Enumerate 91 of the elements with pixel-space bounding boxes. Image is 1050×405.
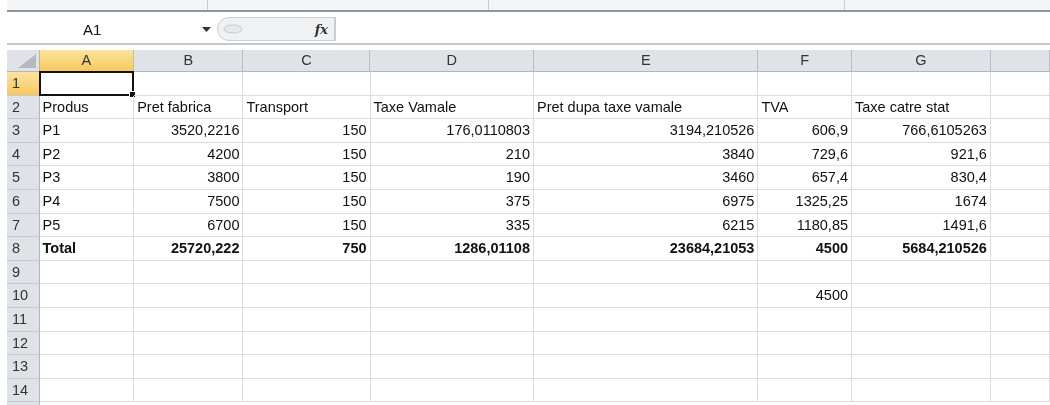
- row-header[interactable]: 12: [7, 331, 40, 356]
- table-cell: 335: [370, 213, 534, 238]
- table-cell: P2: [39, 142, 135, 167]
- table-cell: [990, 355, 1050, 379]
- row-header[interactable]: 5: [7, 166, 40, 190]
- table-cell: 4500: [758, 237, 852, 261]
- column-header[interactable]: B: [134, 50, 244, 72]
- row-header[interactable]: 11: [7, 307, 40, 332]
- table-cell: [990, 284, 1050, 308]
- table-cell: Taxe Vamale: [370, 95, 534, 120]
- table-cell: [990, 95, 1050, 120]
- row-header[interactable]: 10: [7, 284, 40, 308]
- table-cell: 750: [243, 237, 371, 261]
- table-cell: 150: [243, 189, 371, 214]
- table-cell: 4200: [134, 142, 244, 167]
- table-cell: 1180,85: [758, 213, 852, 238]
- table-cell: [990, 72, 1050, 96]
- table-cell: 3520,2216: [134, 119, 244, 143]
- table-cell: Pret dupa taxe vamale: [533, 95, 759, 120]
- table-cell: 23684,21053: [533, 237, 759, 261]
- table-cell: 1286,01108: [370, 237, 534, 261]
- table-cell: 606,9: [758, 119, 852, 143]
- table-cell: Pret fabrica: [134, 95, 244, 120]
- table-cell: 150: [243, 166, 371, 190]
- table-cell: 176,0110803: [370, 119, 534, 143]
- insert-function-button[interactable]: fx: [314, 21, 328, 37]
- row-header[interactable]: 4: [7, 142, 40, 167]
- column-header[interactable]: A: [39, 50, 135, 72]
- table-cell: 766,6105263: [852, 119, 991, 143]
- row-header[interactable]: 6: [7, 189, 40, 214]
- table-cell: P1: [39, 119, 135, 143]
- table-cell: [990, 378, 1050, 403]
- table-cell: 657,4: [758, 166, 852, 190]
- table-cell: 3840: [533, 142, 759, 167]
- table-cell: 1491,6: [852, 213, 991, 238]
- table-cell: [990, 307, 1050, 332]
- row-header[interactable]: 8: [7, 237, 40, 261]
- row-header[interactable]: 3: [7, 119, 40, 143]
- table-cell: 1325,25: [758, 189, 852, 214]
- table-cell: 921,6: [852, 142, 991, 167]
- column-header[interactable]: [990, 50, 1050, 72]
- table-cell: [990, 166, 1050, 190]
- table-cell: [990, 142, 1050, 167]
- name-box[interactable]: A1: [7, 15, 217, 43]
- row-header[interactable]: 13: [7, 355, 40, 379]
- row-header[interactable]: 2: [7, 95, 40, 120]
- table-cell: P5: [39, 213, 135, 238]
- table-cell: [990, 213, 1050, 238]
- column-header[interactable]: D: [370, 50, 534, 72]
- table-cell: 150: [243, 213, 371, 238]
- table-cell: 1674: [852, 189, 991, 214]
- grip-icon: [222, 23, 244, 35]
- table-cell: 5684,210526: [852, 237, 991, 261]
- table-cell: [990, 189, 1050, 214]
- table-cell: [990, 237, 1050, 261]
- row-header[interactable]: 9: [7, 260, 40, 285]
- table-cell: 3194,210526: [533, 119, 759, 143]
- column-header[interactable]: C: [243, 50, 371, 72]
- table-cell: 6975: [533, 189, 759, 214]
- caret-icon: [202, 26, 211, 32]
- row-header[interactable]: 7: [7, 213, 40, 238]
- table-cell: 4500: [758, 284, 852, 308]
- table-cell: 25720,222: [134, 237, 244, 261]
- column-header[interactable]: E: [533, 50, 759, 72]
- table-cell: Total: [39, 237, 135, 261]
- table-cell: Transport: [243, 95, 371, 120]
- table-cell: 375: [370, 189, 534, 214]
- table-cell: 190: [370, 166, 534, 190]
- table-cell: 150: [243, 142, 371, 167]
- table-cell: P4: [39, 189, 135, 214]
- table-cell: Taxe catre stat: [852, 95, 991, 120]
- table-cell: 7500: [134, 189, 244, 214]
- row-header[interactable]: 1: [7, 72, 40, 96]
- table-cell: 3460: [533, 166, 759, 190]
- table-cell: P3: [39, 166, 135, 190]
- table-cell: 150: [243, 119, 371, 143]
- table-cell: TVA: [758, 95, 852, 120]
- table-cell: 210: [370, 142, 534, 167]
- table-cell: 830,4: [852, 166, 991, 190]
- column-header[interactable]: F: [758, 50, 853, 72]
- column-header[interactable]: G: [852, 50, 991, 72]
- table-cell: 6215: [533, 213, 759, 238]
- table-cell: [990, 260, 1050, 285]
- table-cell: [990, 119, 1050, 143]
- table-cell: [990, 331, 1050, 356]
- table-cell: Produs: [39, 95, 135, 120]
- table-cell: 729,6: [758, 142, 852, 167]
- table-cell: 3800: [134, 166, 244, 190]
- table-cell: 6700: [134, 213, 244, 238]
- row-header[interactable]: 14: [7, 378, 40, 403]
- select-all-button[interactable]: [7, 50, 40, 72]
